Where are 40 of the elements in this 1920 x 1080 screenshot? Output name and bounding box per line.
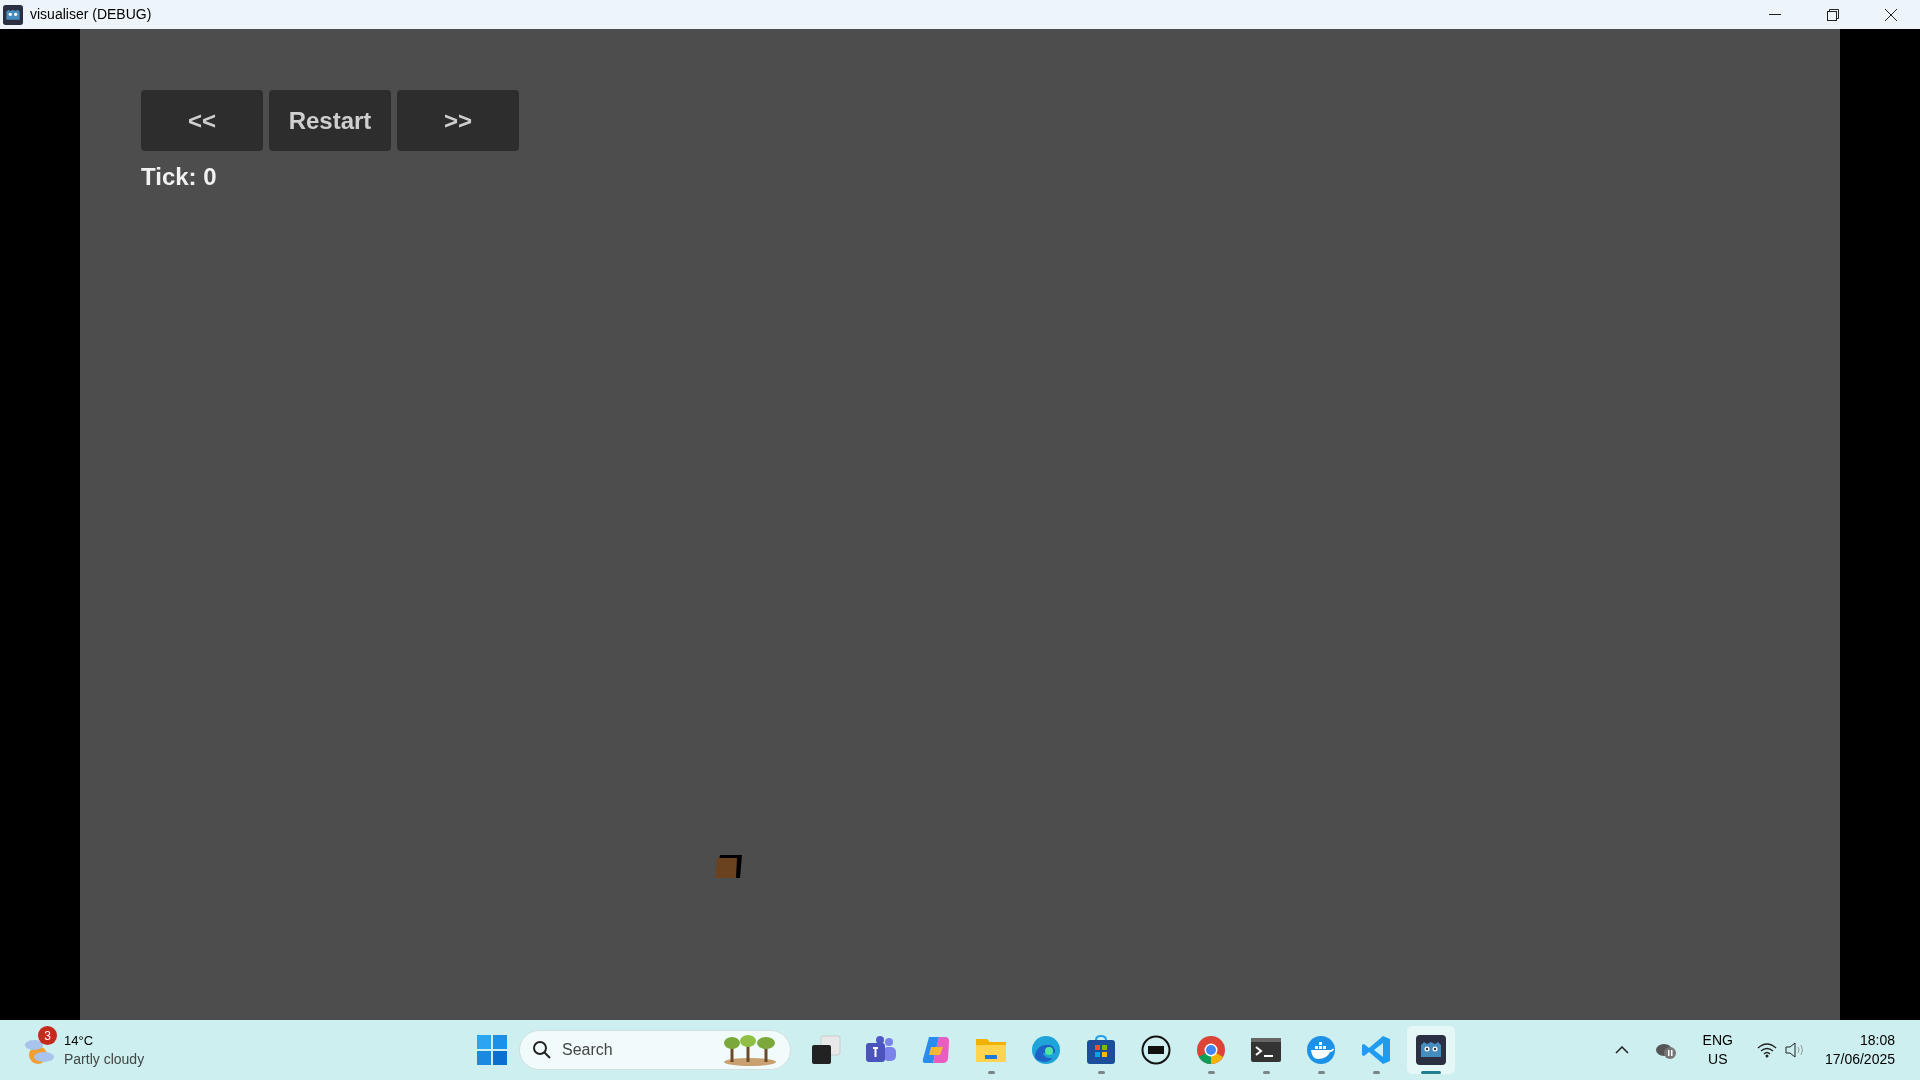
nav-button[interactable]: >> [397, 90, 519, 151]
shopping-bag-icon [1086, 1035, 1116, 1065]
wifi-icon [1756, 1042, 1777, 1058]
trees-illustration-icon [722, 1034, 778, 1066]
folder-icon [975, 1036, 1007, 1064]
ribbon-chevron-icon [1361, 1035, 1391, 1065]
nav-button[interactable]: Restart [269, 90, 391, 151]
search-input[interactable]: Search [562, 1038, 702, 1062]
weather-condition: Partly cloudy [64, 1050, 145, 1068]
close-icon [1885, 8, 1897, 21]
cloud-pause-icon [1654, 1041, 1677, 1059]
terminal-icon [1250, 1037, 1282, 1063]
clock-date: 17/06/2025 [1824, 1050, 1895, 1069]
colorful-ribbon-icon [921, 1035, 951, 1065]
taskbar-app-button[interactable] [1407, 1026, 1455, 1074]
robot-face-icon [3, 4, 23, 25]
speaker-icon [1784, 1042, 1805, 1058]
wave-circle-icon [1031, 1035, 1061, 1065]
window-title: visualiser (DEBUG) [30, 5, 152, 24]
search-icon [532, 1040, 552, 1060]
weather-widget[interactable]: 3 14°C Partly cloudy [24, 1024, 145, 1076]
ring-logo-icon [1141, 1035, 1171, 1065]
language-indicator[interactable]: ENG [1702, 1031, 1733, 1050]
nav-button[interactable]: << [141, 90, 263, 151]
people-tile-icon [865, 1035, 897, 1065]
search-field[interactable]: Search [519, 1030, 791, 1070]
temperature-text: 14°C [64, 1032, 95, 1050]
browser-circle-icon [1196, 1035, 1226, 1065]
whale-circle-icon [1306, 1035, 1336, 1065]
clock-time: 18:08 [1859, 1031, 1895, 1050]
tick-label: Tick: 0 [141, 162, 217, 192]
restore-icon [1827, 8, 1839, 21]
language-indicator[interactable]: US [1708, 1050, 1728, 1069]
robot-face-icon [1416, 1035, 1446, 1065]
chevron-up-icon [1614, 1046, 1629, 1054]
notification-badge: 3 [38, 1026, 57, 1045]
windows-logo-icon [477, 1035, 507, 1065]
minimize-icon [1769, 13, 1781, 16]
overlapping-squares-icon [811, 1035, 841, 1065]
cube-drawing [714, 853, 744, 879]
